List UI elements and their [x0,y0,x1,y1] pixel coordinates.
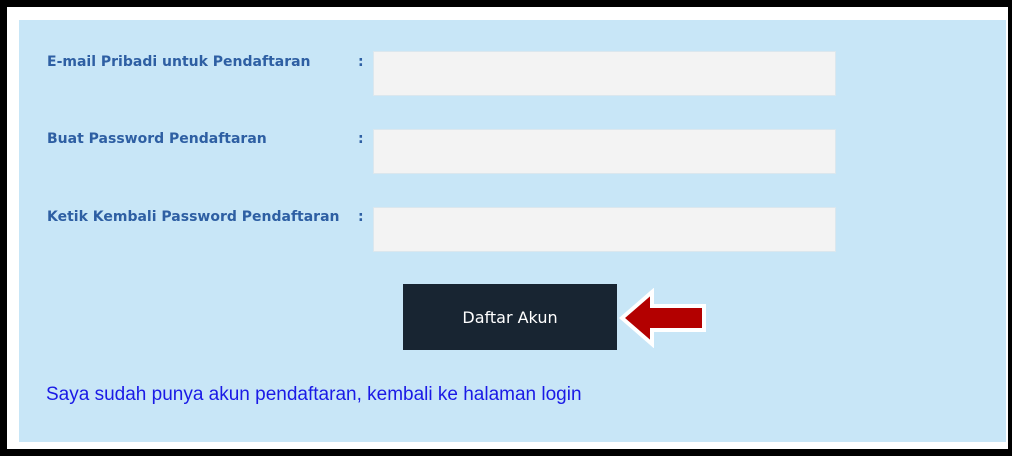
password-separator: : [358,131,364,147]
password-label: Buat Password Pendaftaran [47,131,267,147]
register-account-button[interactable]: Daftar Akun [403,284,617,350]
back-to-login-link[interactable]: Saya sudah punya akun pendaftaran, kemba… [46,384,582,406]
password-confirm-label: Ketik Kembali Password Pendaftaran [47,209,340,225]
left-arrow-icon [618,288,706,348]
password-confirm-field[interactable] [373,207,836,252]
password-field[interactable] [373,129,836,174]
email-label: E-mail Pribadi untuk Pendaftaran [47,54,311,70]
password-confirm-separator: : [358,209,364,225]
email-separator: : [358,54,364,70]
email-field[interactable] [373,51,836,96]
